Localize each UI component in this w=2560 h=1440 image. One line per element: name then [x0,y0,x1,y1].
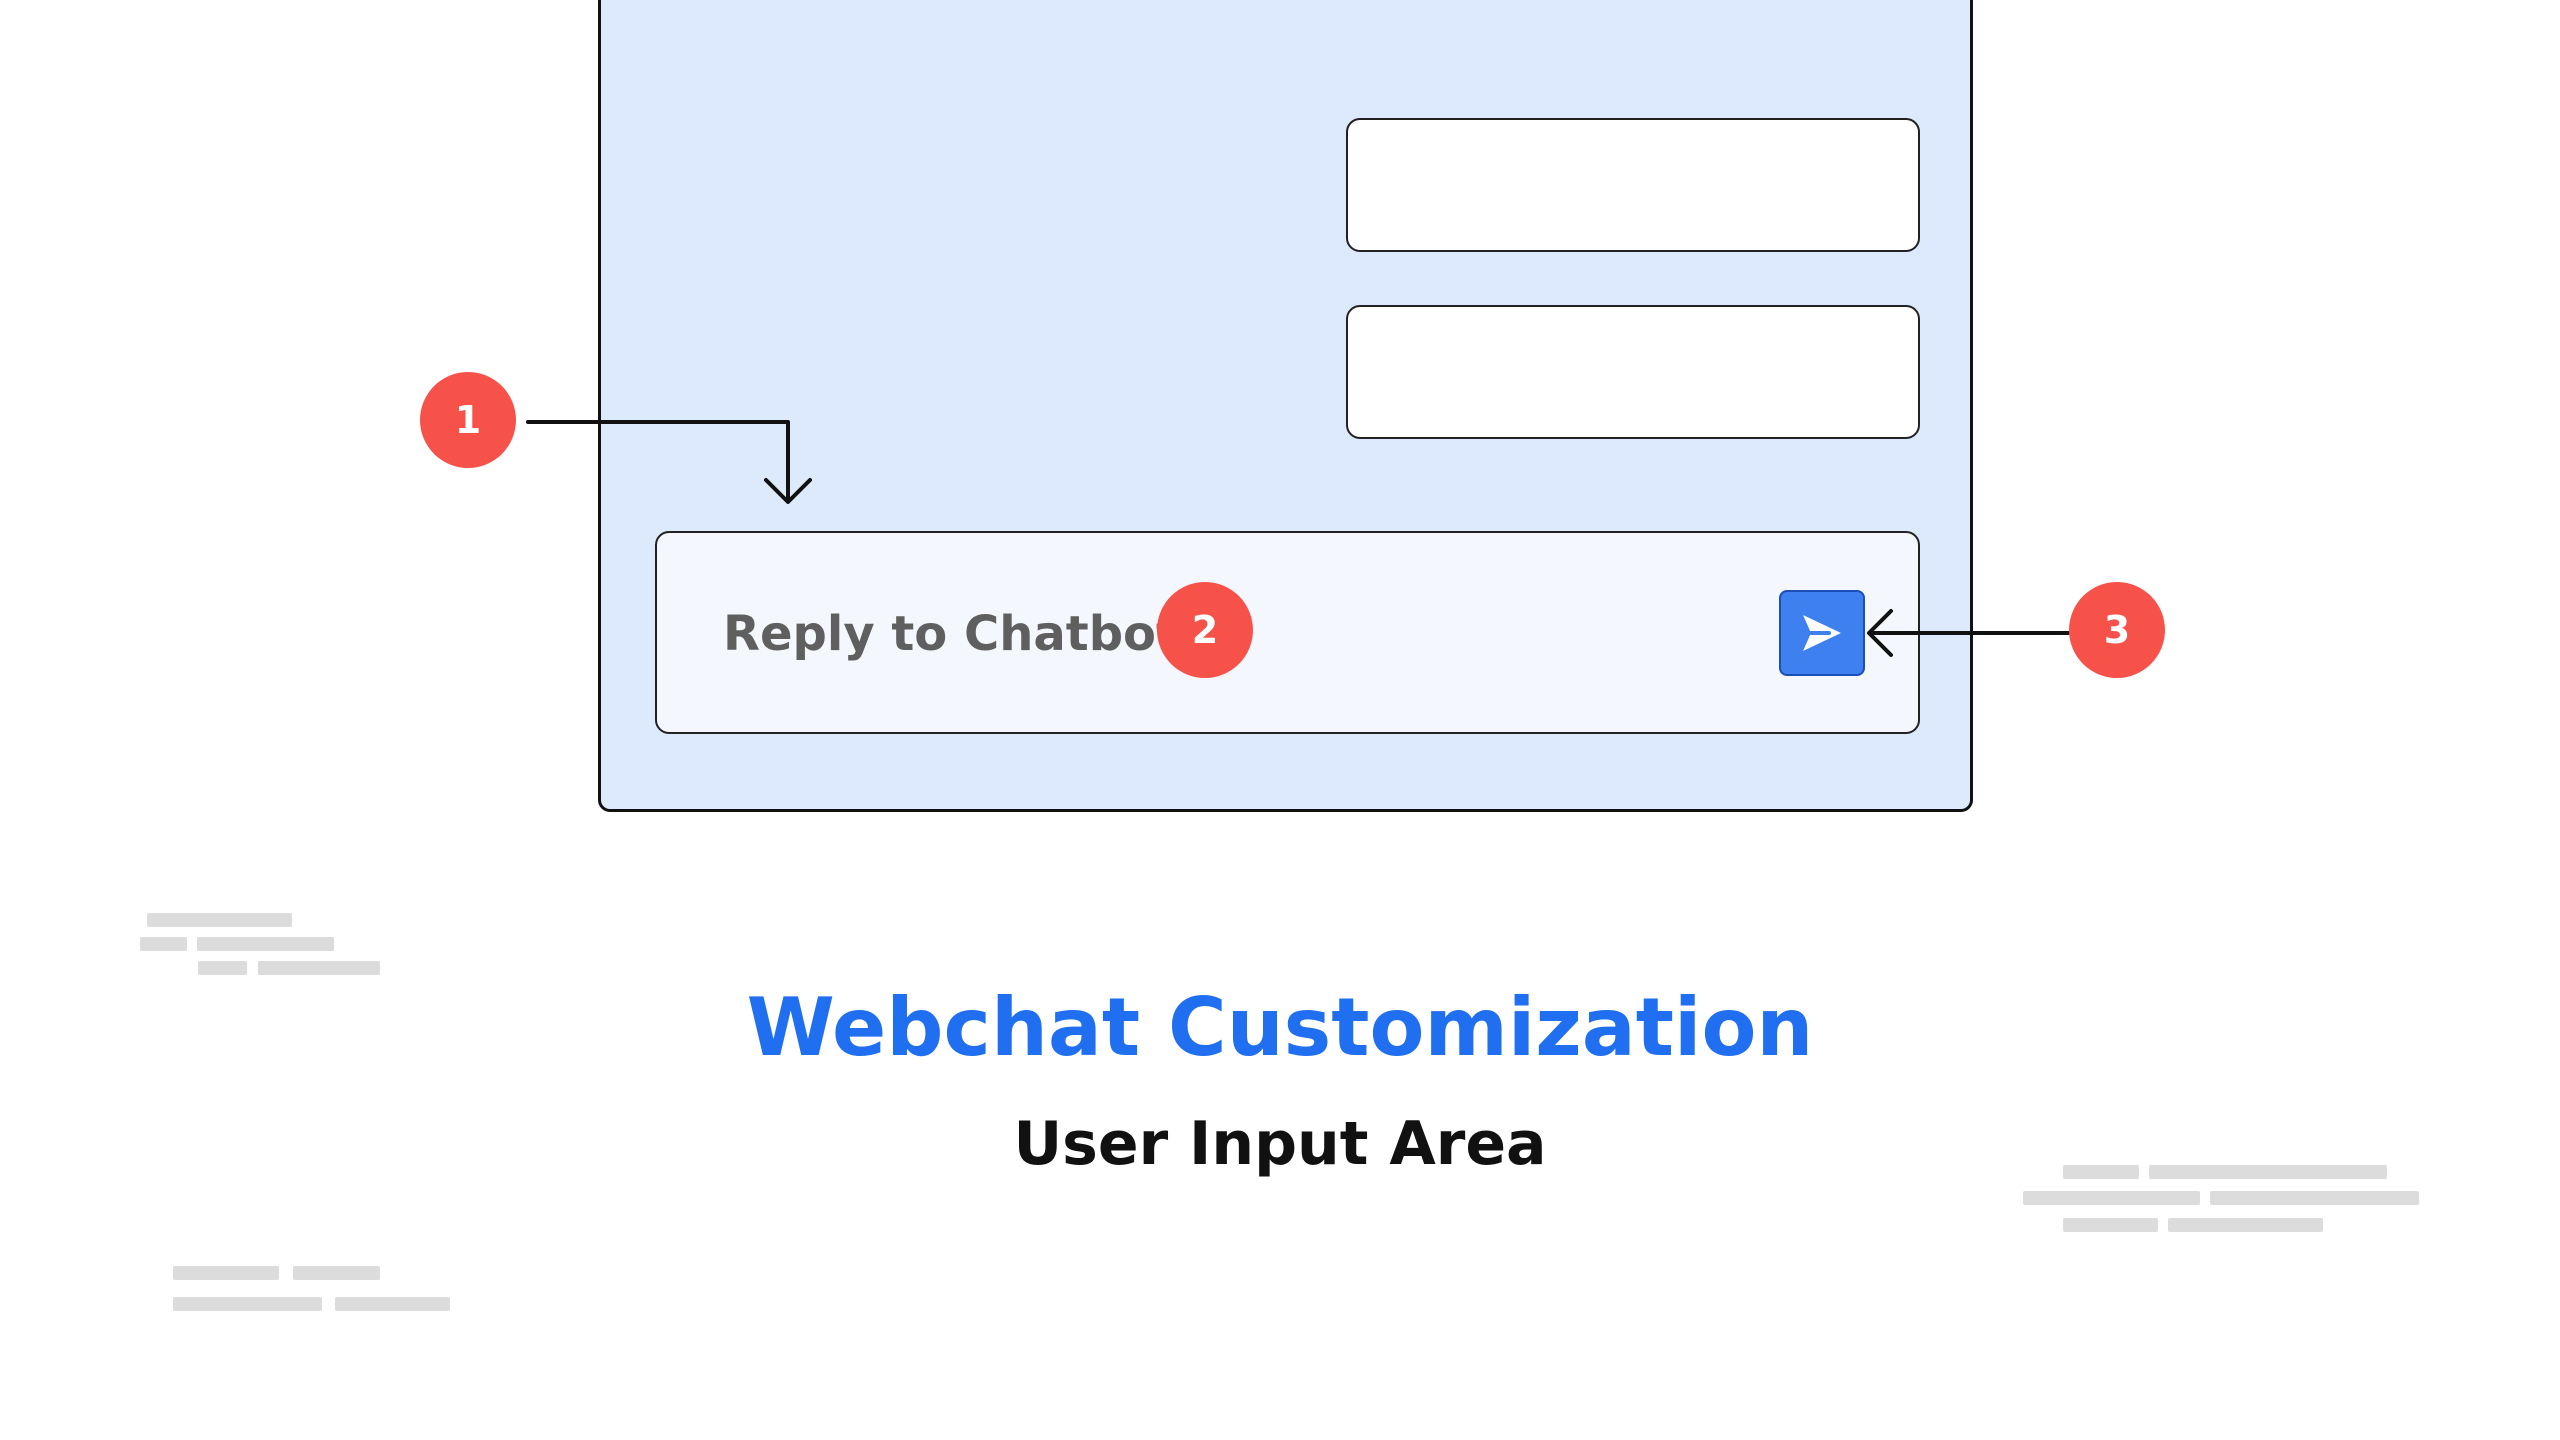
callout-badge-1: 1 [420,372,516,468]
decorative-line [258,961,380,975]
decorative-line [2149,1165,2387,1179]
callout-badge-3: 3 [2069,582,2165,678]
decorative-line [2168,1218,2323,1232]
callout-badge-2: 2 [1157,582,1253,678]
decorative-line [147,913,292,927]
decorative-line [140,937,187,951]
decorative-line [173,1297,322,1311]
decorative-line [335,1297,450,1311]
decorative-line [293,1266,380,1280]
arrow-1 [526,420,812,504]
page-title: Webchat Customization [746,981,1814,1074]
decorative-line [2210,1191,2419,1205]
decorative-line [173,1266,279,1280]
decorative-line [2063,1165,2139,1179]
diagram-canvas: Reply to Chatbot 1 2 3 Webchat Customiza… [0,0,2560,1440]
decorative-line [2023,1191,2200,1205]
decorative-line [197,937,334,951]
arrow-3 [1867,609,2070,657]
decorative-line [198,961,247,975]
decorative-line [2063,1218,2158,1232]
